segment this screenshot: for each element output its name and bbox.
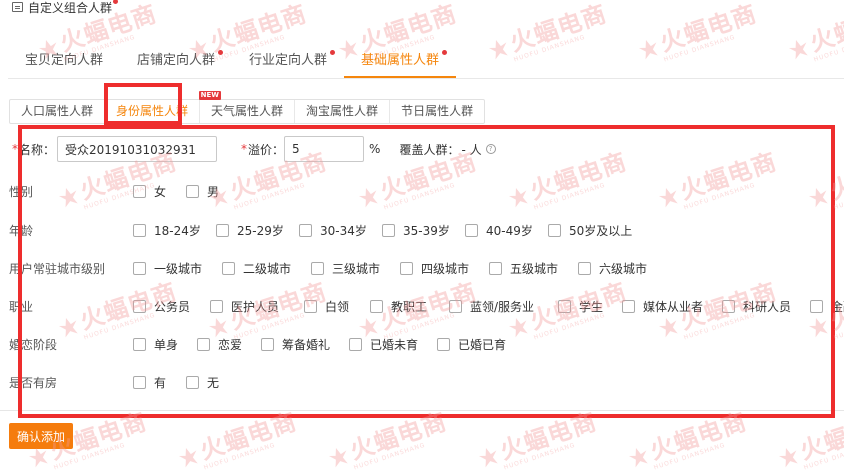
page-title: 自定义组合人群 <box>28 0 113 15</box>
tab-dot <box>442 50 448 55</box>
subtab-weather[interactable]: 天气属性人群 <box>200 100 296 123</box>
subtab-label: 节日属性人群 <box>401 104 474 118</box>
new-badge: NEW <box>198 91 222 100</box>
tab-dot <box>330 50 336 55</box>
highlight-box-identity-tab <box>104 83 182 125</box>
sub-tabs: 人口属性人群 身份属性人群 NEW 天气属性人群 淘宝属性人群 节日属性人群 <box>9 91 486 124</box>
subtab-demographic[interactable]: 人口属性人群 <box>10 100 106 123</box>
highlight-box-form <box>18 125 835 418</box>
tab-label: 宝贝定向人群 <box>25 53 104 68</box>
subtab-taobao[interactable]: 淘宝属性人群 <box>295 100 391 123</box>
tab-store-audience[interactable]: 店铺定向人群 <box>120 48 232 78</box>
subtab-label: 淘宝属性人群 <box>306 104 379 118</box>
document-icon <box>12 2 23 12</box>
tab-industry-audience[interactable]: 行业定向人群 <box>232 48 344 78</box>
notification-dot <box>113 0 119 4</box>
confirm-add-button[interactable]: 确认添加 <box>9 423 73 449</box>
subtab-holiday[interactable]: 节日属性人群 <box>390 100 484 123</box>
tab-label: 行业定向人群 <box>249 53 328 68</box>
main-tabs: 宝贝定向人群 店铺定向人群 行业定向人群 基础属性人群 <box>8 48 844 79</box>
tab-basic-attribute-audience[interactable]: 基础属性人群 <box>344 48 457 78</box>
tab-label: 店铺定向人群 <box>137 53 216 68</box>
page-header: 自定义组合人群 <box>12 0 119 15</box>
subtab-label: 天气属性人群 <box>211 104 284 118</box>
tab-product-audience[interactable]: 宝贝定向人群 <box>8 48 120 78</box>
tab-dot <box>218 50 224 55</box>
tab-label: 基础属性人群 <box>361 53 440 68</box>
subtab-label: 人口属性人群 <box>21 104 94 118</box>
